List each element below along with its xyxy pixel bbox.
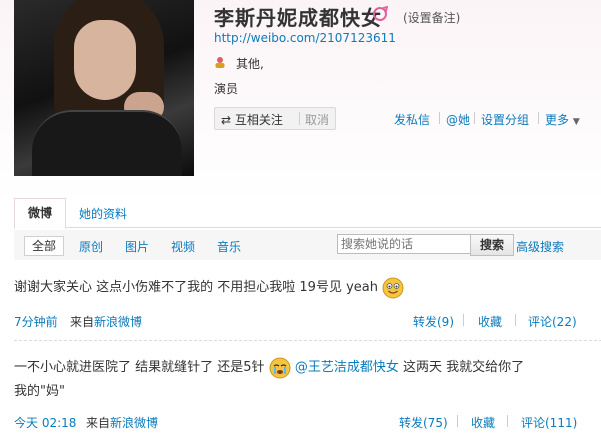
- tab-her-profile[interactable]: 她的资料: [79, 205, 127, 222]
- source-link[interactable]: 新浪微博: [110, 414, 158, 431]
- filter-images[interactable]: 图片: [125, 238, 149, 255]
- post-text: 一不小心就进医院了 结果就缝针了 还是5针 @王艺洁成都快女 这两天 我就交给你…: [14, 356, 524, 380]
- post-text-line2: 我的"妈": [14, 384, 65, 399]
- post-divider: [14, 340, 601, 341]
- mention-her-link[interactable]: @她: [446, 111, 470, 128]
- club-badge-icon: [373, 6, 388, 21]
- occupation-text: 演员: [214, 82, 239, 96]
- source-label: 来自: [86, 416, 111, 430]
- unfollow-button[interactable]: 取消: [305, 111, 329, 128]
- smile-emoji-icon: [382, 277, 404, 298]
- source-label: 来自: [70, 315, 95, 329]
- divider: [439, 112, 440, 124]
- crying-emoji-icon: [269, 357, 291, 378]
- profile-url[interactable]: http://weibo.com/2107123611: [214, 31, 396, 45]
- divider: [463, 314, 464, 326]
- favorite-button[interactable]: 收藏: [471, 414, 495, 431]
- more-menu[interactable]: 更多 ▼: [545, 111, 580, 128]
- source-link[interactable]: 新浪微博: [94, 313, 142, 330]
- filter-videos[interactable]: 视频: [171, 238, 195, 255]
- tabs-underline: [14, 227, 601, 228]
- divider: [507, 415, 508, 427]
- repost-button[interactable]: 转发(75): [399, 414, 448, 431]
- send-message-link[interactable]: 发私信: [394, 111, 430, 128]
- post-time[interactable]: 7分钟前: [14, 313, 58, 330]
- filter-music[interactable]: 音乐: [217, 238, 241, 255]
- favorite-button[interactable]: 收藏: [478, 313, 502, 330]
- comment-button[interactable]: 评论(22): [528, 313, 577, 330]
- avatar[interactable]: [14, 0, 194, 176]
- chevron-down-icon: ▼: [572, 117, 580, 127]
- filter-original[interactable]: 原创: [79, 238, 103, 255]
- mutual-follow-label: ⇄ 互相关注: [221, 113, 283, 127]
- filter-all[interactable]: 全部: [24, 236, 64, 256]
- divider: [515, 314, 516, 326]
- set-remark-link[interactable]: (设置备注): [403, 9, 460, 26]
- mention-link[interactable]: @王艺洁成都快女: [295, 360, 399, 375]
- search-button[interactable]: 搜索: [470, 234, 514, 256]
- post-text: 谢谢大家关心 这点小伤难不了我的 不用担心我啦 19号见 yeah: [14, 276, 404, 300]
- mutual-follow-icon: ⇄: [221, 113, 232, 127]
- divider: [538, 112, 539, 124]
- repost-button[interactable]: 转发(9): [413, 313, 454, 330]
- comment-button[interactable]: 评论(111): [521, 414, 577, 431]
- set-group-link[interactable]: 设置分组: [481, 111, 529, 128]
- follow-status-box: ⇄ 互相关注 取消: [214, 107, 336, 130]
- user-icon: [215, 57, 225, 68]
- divider: [457, 415, 458, 427]
- post-time[interactable]: 今天 02:18: [14, 414, 76, 431]
- location-text: 其他,: [236, 57, 264, 71]
- advanced-search-link[interactable]: 高级搜索: [516, 238, 564, 255]
- tab-weibo[interactable]: 微博: [14, 198, 66, 229]
- divider: [474, 112, 475, 124]
- divider: [299, 112, 300, 125]
- profile-name: 李斯丹妮成都快女: [214, 6, 382, 30]
- search-input[interactable]: [337, 234, 471, 254]
